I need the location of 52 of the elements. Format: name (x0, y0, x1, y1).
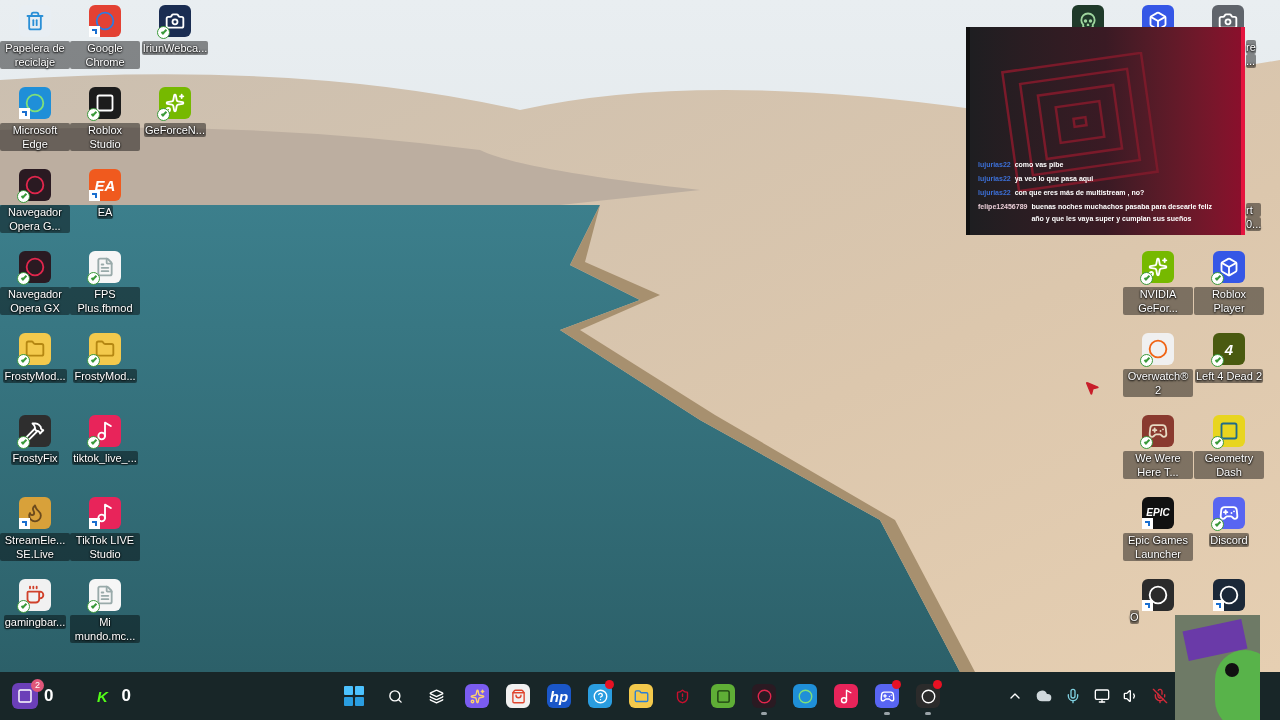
icon-label[interactable]: Geometry Dash (1194, 451, 1264, 479)
icon-label[interactable]: Roblox Player (1194, 287, 1264, 315)
count-label: 0 (44, 685, 54, 708)
network-icon[interactable] (1094, 688, 1110, 704)
icon-label[interactable]: Overwatch® 2 (1123, 369, 1193, 397)
music-note-icon (834, 684, 858, 708)
icon-label[interactable]: FrostyFix (11, 451, 59, 465)
browser-icon (793, 684, 817, 708)
ring-icon (752, 684, 776, 708)
icon-label[interactable]: StreamEle... SE.Live (0, 533, 70, 561)
hp-logo-icon: hp (547, 684, 571, 708)
chat-app-icon (875, 684, 899, 708)
icon-label[interactable]: FrostyMod... (73, 369, 137, 383)
icon-label[interactable]: Papelera de reciclaje (0, 41, 70, 69)
record-icon (916, 684, 940, 708)
twitch-icon (12, 683, 38, 709)
mouse-pointer-icon (1084, 380, 1100, 396)
icon-label[interactable]: rt (1246, 203, 1262, 217)
help-icon (588, 684, 612, 708)
folder-icon (629, 684, 653, 708)
muted-microphone-icon[interactable] (1152, 688, 1168, 704)
notification-badge: 2 (31, 679, 44, 692)
icon-label[interactable]: FPS Plus.fbmod (70, 287, 140, 315)
icon-label[interactable]: Google Chrome (70, 41, 140, 69)
icon-label[interactable]: Roblox Studio (70, 123, 140, 151)
taskbar-app-button[interactable]: hp (543, 676, 575, 716)
icon-label[interactable]: Microsoft Edge (0, 123, 70, 151)
icon-label[interactable]: FrostyMod... (3, 369, 67, 383)
icon-label[interactable]: Navegador Opera GX (0, 287, 70, 315)
game-icon (711, 684, 735, 708)
icon-label[interactable]: Navegador Opera G... (0, 205, 70, 233)
windows-start-icon (342, 684, 366, 708)
running-indicator (761, 712, 767, 715)
count-label: 0 (121, 685, 131, 708)
icon-label[interactable]: GeForceN... (144, 123, 206, 137)
epic-logo-icon: EPIC (1142, 497, 1174, 529)
icon-label[interactable]: Left 4 Dead 2 (1194, 369, 1264, 383)
microphone-icon[interactable] (1065, 688, 1081, 704)
app-icon (465, 684, 489, 708)
icon-label[interactable]: We Were Here T... (1123, 451, 1193, 479)
running-indicator (925, 712, 931, 715)
game-icon: 4 (1213, 333, 1245, 365)
running-indicator (884, 712, 890, 715)
cloud-icon[interactable] (1036, 688, 1052, 704)
icon-label[interactable]: TikTok LIVE Studio (70, 533, 140, 561)
icon-label[interactable]: NVIDIA GeFor... (1123, 287, 1193, 315)
ea-logo-icon: EA (89, 169, 121, 201)
icon-label[interactable]: Epic Games Launcher (1123, 533, 1193, 561)
kick-logo-icon: K (89, 683, 116, 709)
icon-label[interactable]: Mi mundo.mc... (70, 615, 140, 643)
icon-label[interactable]: EA (96, 205, 114, 219)
store-icon (506, 684, 530, 708)
